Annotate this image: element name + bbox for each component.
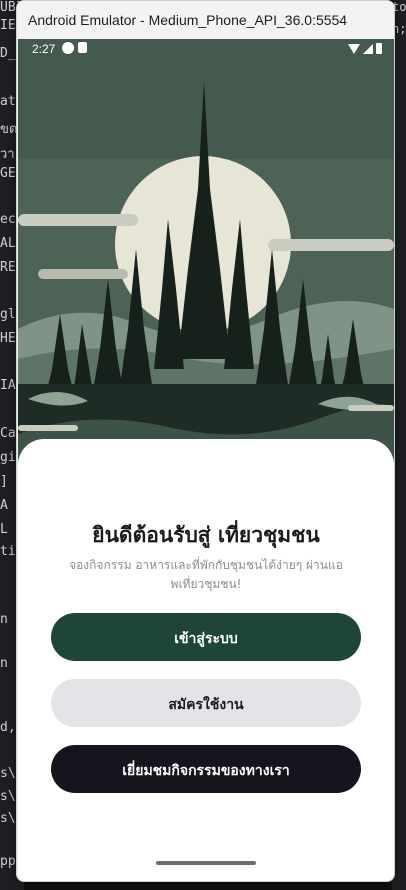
wifi-icon <box>348 43 360 54</box>
status-time: 2:27 <box>32 42 56 56</box>
welcome-title: ยินดีต้อนรับสู่ เที่ยวชุมชน <box>92 523 320 547</box>
ide-line: HE <box>0 331 16 346</box>
ide-line: s\ <box>0 811 16 826</box>
ide-line: n <box>0 656 8 671</box>
ide-line: ขต <box>0 122 18 137</box>
gesture-home-bar[interactable] <box>156 861 256 865</box>
temple-hero-illustration <box>18 39 394 459</box>
phone-screen: 2:27 ยินดีต้อนรับสู่ เที่ยวชุมชน จองกิจก… <box>18 39 394 881</box>
status-right-icons <box>348 43 382 54</box>
ide-line: Ca <box>0 426 16 441</box>
ide-line: L <box>0 522 8 537</box>
signal-icon <box>363 43 373 54</box>
welcome-subtitle: จองกิจกรรม อาหารและที่พักกับชุมชนได้ง่าย… <box>69 558 343 591</box>
ide-line: วา <box>0 147 15 162</box>
ide-line: IA <box>0 378 16 393</box>
battery-icon <box>376 43 382 54</box>
emulator-window: Android Emulator - Medium_Phone_API_36.0… <box>16 0 395 882</box>
ide-line: gi <box>0 450 16 465</box>
ide-line: GE <box>0 166 16 181</box>
login-button[interactable]: เข้าสู่ระบบ <box>51 613 361 661</box>
ide-line: at <box>0 94 16 109</box>
ide-line: ] <box>0 474 8 489</box>
ide-line: ec <box>0 212 16 227</box>
ide-line: d, <box>0 720 16 735</box>
welcome-sheet: ยินดีต้อนรับสู่ เที่ยวชุมชน จองกิจกรรม อ… <box>18 439 394 881</box>
ide-line: n <box>0 612 8 627</box>
sim-card-icon <box>78 42 87 53</box>
ide-line: AL <box>0 236 16 251</box>
ide-line: IE <box>0 18 16 33</box>
ide-line: D_ <box>0 46 16 61</box>
emulator-title: Android Emulator - Medium_Phone_API_36.0… <box>17 1 394 39</box>
visit-activities-button[interactable]: เยี่ยมชมกิจกรรมของทางเรา <box>51 745 361 793</box>
play-protect-icon <box>62 42 74 54</box>
ide-line: RE <box>0 260 16 275</box>
ide-line: A <box>0 498 8 513</box>
ide-line: gl <box>0 307 16 322</box>
status-left-icons <box>62 42 87 54</box>
status-bar: 2:27 <box>18 39 394 59</box>
register-button[interactable]: สมัครใช้งาน <box>51 679 361 727</box>
ide-line: ti <box>0 544 16 559</box>
ide-line: s\ <box>0 766 16 781</box>
ide-line: pp <box>0 854 16 869</box>
ide-line: s\ <box>0 789 16 804</box>
